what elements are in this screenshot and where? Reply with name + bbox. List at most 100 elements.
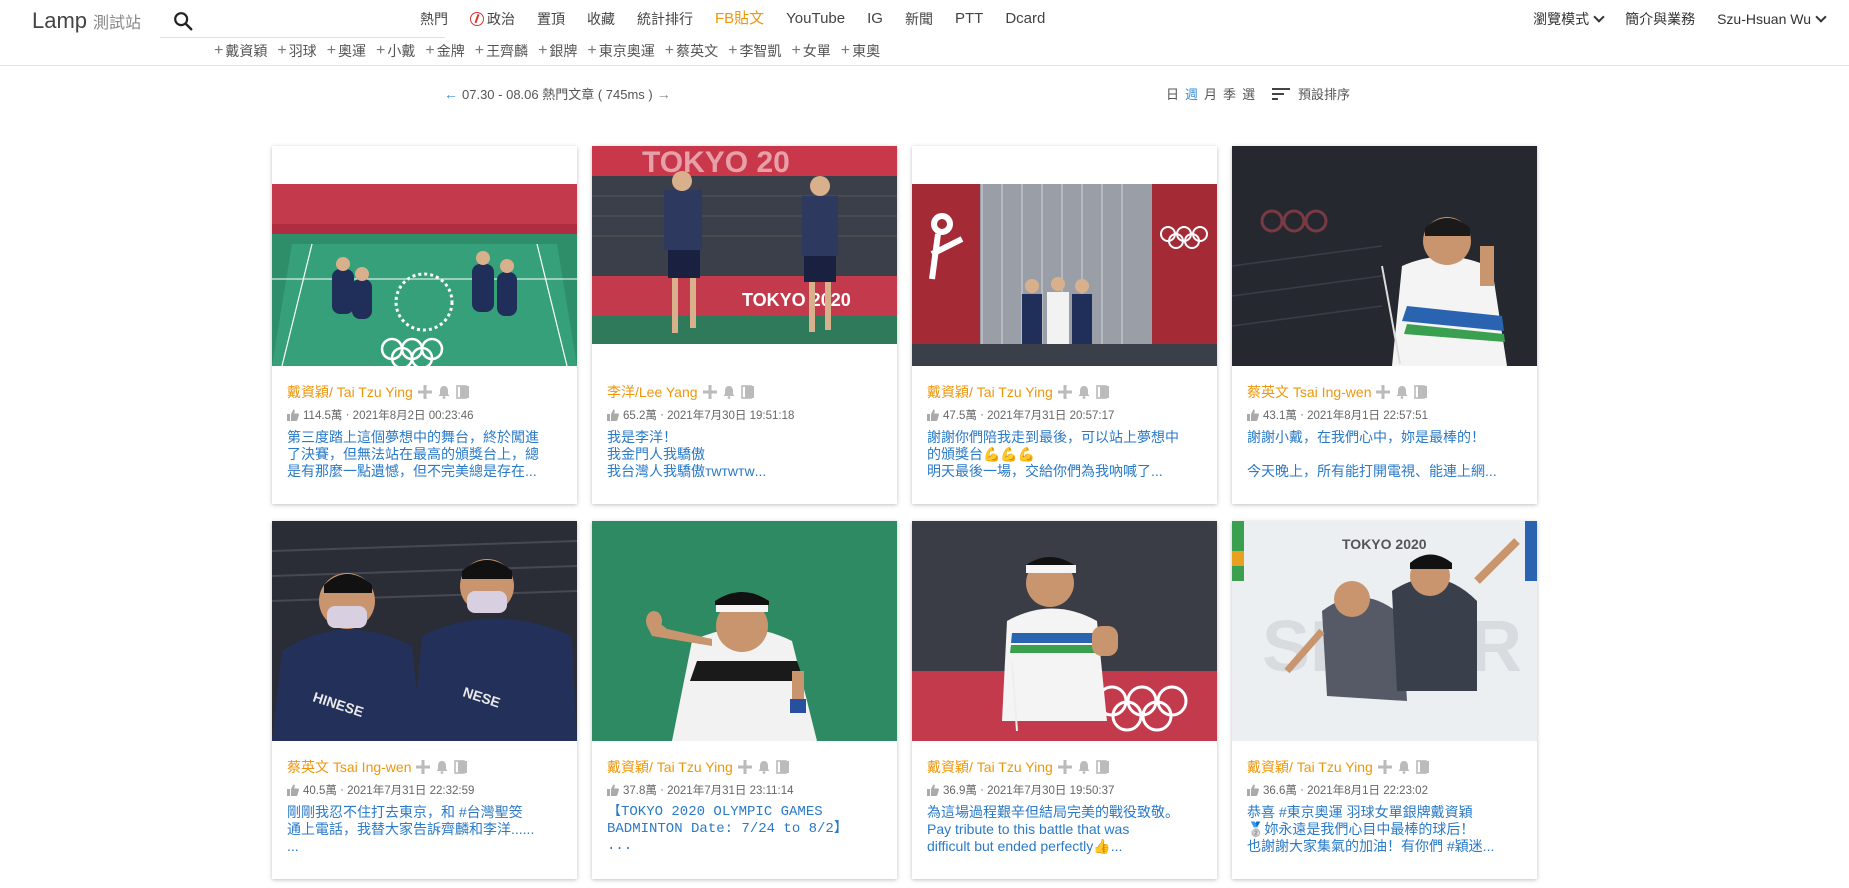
post-card[interactable]: TOKYO 20 TOKYO 2020 李洋/Lee Yang 65.2萬 · …: [592, 146, 897, 504]
nav-favorites[interactable]: 收藏: [587, 9, 615, 29]
user-menu[interactable]: Szu-Hsuan Wu: [1717, 11, 1827, 27]
nav-news[interactable]: 新聞: [905, 9, 933, 29]
post-image[interactable]: [592, 521, 897, 741]
post-image[interactable]: TOKYO 2020 SLIVER: [1232, 521, 1537, 741]
add-icon[interactable]: [418, 385, 432, 399]
bell-icon[interactable]: [437, 385, 451, 399]
post-image[interactable]: [912, 521, 1217, 741]
tag-item[interactable]: + 東奧: [841, 41, 880, 61]
post-author[interactable]: 蔡英文 Tsai Ing-wen: [1247, 382, 1371, 402]
tag-item[interactable]: + 金牌: [425, 41, 464, 61]
logo-text[interactable]: Lamp: [32, 8, 87, 33]
post-card[interactable]: TOKYO 2020 SLIVER 戴資穎/ Tai Tzu Ying 36.6…: [1232, 521, 1537, 879]
bell-icon[interactable]: [1077, 385, 1091, 399]
add-icon[interactable]: [416, 760, 430, 774]
post-author[interactable]: 戴資穎/ Tai Tzu Ying: [607, 757, 733, 777]
nav-ptt[interactable]: PTT: [955, 9, 983, 29]
bell-icon[interactable]: [757, 760, 771, 774]
nav-pinned[interactable]: 置頂: [537, 9, 565, 29]
tag-item[interactable]: + 小戴: [376, 41, 415, 61]
site-logo[interactable]: Lamp 測試站: [32, 8, 141, 34]
post-card[interactable]: 戴資穎/ Tai Tzu Ying 37.8萬 · 2021年7月31日 23:…: [592, 521, 897, 879]
bookmark-icon[interactable]: [456, 385, 470, 399]
about-link[interactable]: 簡介與業務: [1625, 9, 1695, 29]
nav-politics[interactable]: 政治: [470, 9, 515, 29]
nav-ranking[interactable]: 統計排行: [637, 9, 693, 29]
tag-item[interactable]: + 銀牌: [538, 41, 577, 61]
post-text[interactable]: 恭喜 #東京奧運 羽球女單銀牌戴資穎 🥈妳永遠是我們心目中最棒的球后！ 也謝謝大…: [1247, 804, 1527, 858]
bookmark-icon[interactable]: [1414, 385, 1428, 399]
post-card[interactable]: HINESE NESE 蔡英文 Tsai Ing-wen 40.5萬 · 202…: [272, 521, 577, 879]
view-mode-dropdown[interactable]: 瀏覽模式: [1533, 9, 1605, 29]
bookmark-icon[interactable]: [1416, 760, 1430, 774]
svg-text:TOKYO 2020: TOKYO 2020: [742, 290, 851, 310]
post-text[interactable]: 【TOKYO 2020 OLYMPIC GAMES BADMINTON Date…: [607, 804, 887, 858]
post-likes: 36.6萬: [1263, 785, 1297, 797]
post-image[interactable]: [1232, 146, 1537, 366]
post-text[interactable]: 我是李洋！ 我金門人我驕傲 我台灣人我驕傲ᴛᴡᴛᴡᴛᴡ...: [607, 429, 887, 483]
bell-icon[interactable]: [1077, 760, 1091, 774]
add-icon[interactable]: [1376, 385, 1390, 399]
nav-youtube[interactable]: YouTube: [786, 9, 845, 29]
tag-item[interactable]: + 女單: [791, 41, 830, 61]
bookmark-icon[interactable]: [454, 760, 468, 774]
post-card[interactable]: 戴資穎/ Tai Tzu Ying 114.5萬 · 2021年8月2日 00:…: [272, 146, 577, 504]
arrow-right-icon[interactable]: →: [657, 86, 671, 102]
bell-icon[interactable]: [1397, 760, 1411, 774]
post-author[interactable]: 戴資穎/ Tai Tzu Ying: [927, 757, 1053, 777]
tag-item[interactable]: + 李智凱: [728, 41, 781, 61]
period-season[interactable]: 季: [1223, 84, 1236, 103]
post-author[interactable]: 李洋/Lee Yang: [607, 382, 698, 402]
arrow-left-icon[interactable]: ←: [444, 86, 458, 102]
tag-item[interactable]: + 王齊麟: [475, 41, 528, 61]
nav-dcard[interactable]: Dcard: [1005, 9, 1045, 29]
period-day[interactable]: 日: [1166, 84, 1179, 103]
nav-fb-posts[interactable]: FB貼文: [715, 9, 764, 29]
tag-label: 東京奧運: [598, 43, 655, 59]
post-text[interactable]: 剛剛我忍不住打去東京，和 #台灣聖筊 通上電話，我替大家告訴齊麟和李洋.....…: [287, 804, 567, 858]
bell-icon[interactable]: [1395, 385, 1409, 399]
post-text[interactable]: 第三度踏上這個夢想中的舞台，終於闖進 了決賽，但無法站在最高的頒獎台上，總 是有…: [287, 429, 567, 483]
post-author[interactable]: 戴資穎/ Tai Tzu Ying: [287, 382, 413, 402]
post-likes: 36.9萬: [943, 785, 977, 797]
tag-item[interactable]: + 奧運: [327, 41, 366, 61]
bookmark-icon[interactable]: [1096, 385, 1110, 399]
post-image[interactable]: TOKYO 20 TOKYO 2020: [592, 146, 897, 344]
post-image[interactable]: HINESE NESE: [272, 521, 577, 741]
search-icon[interactable]: [172, 10, 194, 32]
add-icon[interactable]: [1378, 760, 1392, 774]
add-icon[interactable]: [703, 385, 717, 399]
bookmark-icon[interactable]: [741, 385, 755, 399]
period-week[interactable]: 週: [1185, 84, 1198, 103]
nav-ig[interactable]: IG: [867, 9, 883, 29]
post-card[interactable]: 戴資穎/ Tai Tzu Ying 36.9萬 · 2021年7月30日 19:…: [912, 521, 1217, 879]
tag-item[interactable]: + 蔡英文: [665, 41, 718, 61]
period-custom[interactable]: 選: [1242, 84, 1255, 103]
add-icon[interactable]: [738, 760, 752, 774]
post-card[interactable]: 戴資穎/ Tai Tzu Ying 47.5萬 · 2021年7月31日 20:…: [912, 146, 1217, 504]
bookmark-icon[interactable]: [776, 760, 790, 774]
tag-item[interactable]: + 戴資穎: [214, 41, 267, 61]
post-date: 2021年7月31日 22:32:59: [347, 785, 475, 797]
post-text[interactable]: 謝謝你們陪我走到最後，可以站上夢想中 的頒獎台💪💪💪 明天最後一場，交給你們為我…: [927, 429, 1207, 483]
post-card[interactable]: 蔡英文 Tsai Ing-wen 43.1萬 · 2021年8月1日 22:57…: [1232, 146, 1537, 504]
sort-dropdown[interactable]: 預設排序: [1272, 84, 1350, 103]
post-text[interactable]: 為這場過程艱辛但結局完美的戰役致敬。 Pay tribute to this b…: [927, 804, 1207, 858]
plus-icon: +: [538, 42, 548, 59]
add-icon[interactable]: [1058, 385, 1072, 399]
bell-icon[interactable]: [435, 760, 449, 774]
bookmark-icon[interactable]: [1096, 760, 1110, 774]
tag-item[interactable]: + 羽球: [277, 41, 316, 61]
period-month[interactable]: 月: [1204, 84, 1217, 103]
post-image[interactable]: [272, 184, 577, 366]
add-icon[interactable]: [1058, 760, 1072, 774]
search-input[interactable]: [204, 8, 434, 32]
post-image[interactable]: [912, 184, 1217, 366]
post-author[interactable]: 戴資穎/ Tai Tzu Ying: [1247, 757, 1373, 777]
nav-hot[interactable]: 熱門: [420, 9, 448, 29]
tag-item[interactable]: + 東京奧運: [587, 41, 654, 61]
post-author[interactable]: 蔡英文 Tsai Ing-wen: [287, 757, 411, 777]
bell-icon[interactable]: [722, 385, 736, 399]
post-text[interactable]: 謝謝小戴，在我們心中，妳是最棒的！ 今天晚上，所有能打開電視、能連上網...: [1247, 429, 1527, 483]
post-author[interactable]: 戴資穎/ Tai Tzu Ying: [927, 382, 1053, 402]
